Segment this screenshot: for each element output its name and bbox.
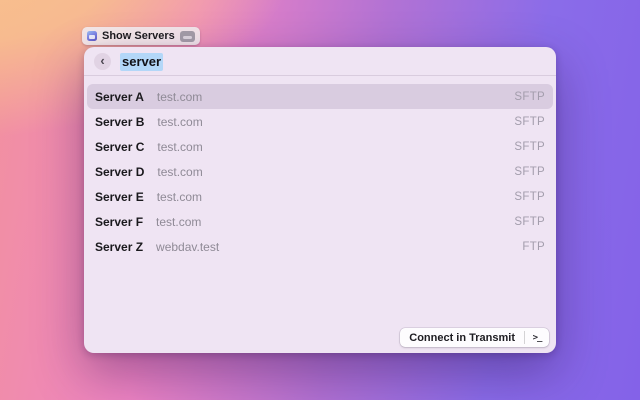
search-bar: ‹ server xyxy=(84,47,556,75)
server-host: test.com xyxy=(157,164,203,179)
server-name: Server E xyxy=(95,189,144,204)
server-protocol: SFTP xyxy=(514,115,545,128)
search-input[interactable]: server xyxy=(120,52,164,71)
connect-in-transmit-button[interactable]: Connect in Transmit xyxy=(400,328,524,347)
server-row[interactable]: Server A test.com SFTP xyxy=(87,84,553,109)
server-host: test.com xyxy=(157,139,203,154)
server-protocol: SFTP xyxy=(514,190,545,203)
server-host: webdav.test xyxy=(156,239,220,254)
server-list: Server A test.com SFTP Server B test.com… xyxy=(84,76,556,259)
server-protocol: SFTP xyxy=(514,140,545,153)
server-host: test.com xyxy=(156,214,202,229)
server-name: Server Z xyxy=(95,239,144,254)
server-protocol: SFTP xyxy=(514,90,545,103)
keycap-icon xyxy=(179,30,195,42)
server-name: Server A xyxy=(95,89,144,104)
command-pill[interactable]: Show Servers xyxy=(82,27,200,45)
search-input-selected-text: server xyxy=(120,52,164,71)
server-row[interactable]: Server D test.com SFTP xyxy=(87,159,553,184)
server-protocol: SFTP xyxy=(514,215,545,228)
desktop-background: Show Servers ‹ server Server A test.com … xyxy=(0,0,640,400)
server-name: Server D xyxy=(95,164,145,179)
server-host: test.com xyxy=(157,114,203,129)
transmit-app-icon xyxy=(87,31,97,41)
server-row[interactable]: Server F test.com SFTP xyxy=(87,209,553,234)
footer-actions: Connect in Transmit >_ xyxy=(400,328,549,347)
connect-button-group: Connect in Transmit >_ xyxy=(400,328,549,347)
chevron-left-icon: ‹ xyxy=(100,52,105,68)
terminal-prompt-icon: >_ xyxy=(532,332,543,343)
back-button[interactable]: ‹ xyxy=(94,52,111,70)
server-row[interactable]: Server B test.com SFTP xyxy=(87,109,553,134)
server-row[interactable]: Server Z webdav.test FTP xyxy=(87,234,553,259)
server-protocol: SFTP xyxy=(514,165,545,178)
server-row[interactable]: Server E test.com SFTP xyxy=(87,184,553,209)
server-protocol: FTP xyxy=(522,240,545,253)
server-host: test.com xyxy=(156,89,203,104)
server-host: test.com xyxy=(156,189,203,204)
command-pill-label: Show Servers xyxy=(102,30,175,42)
server-row[interactable]: Server C test.com SFTP xyxy=(87,134,553,159)
server-name: Server F xyxy=(95,214,144,229)
terminal-button[interactable]: >_ xyxy=(525,328,549,347)
server-name: Server B xyxy=(95,114,145,129)
server-name: Server C xyxy=(95,139,145,154)
server-list-panel: ‹ server Server A test.com SFTP Server B… xyxy=(84,47,556,353)
